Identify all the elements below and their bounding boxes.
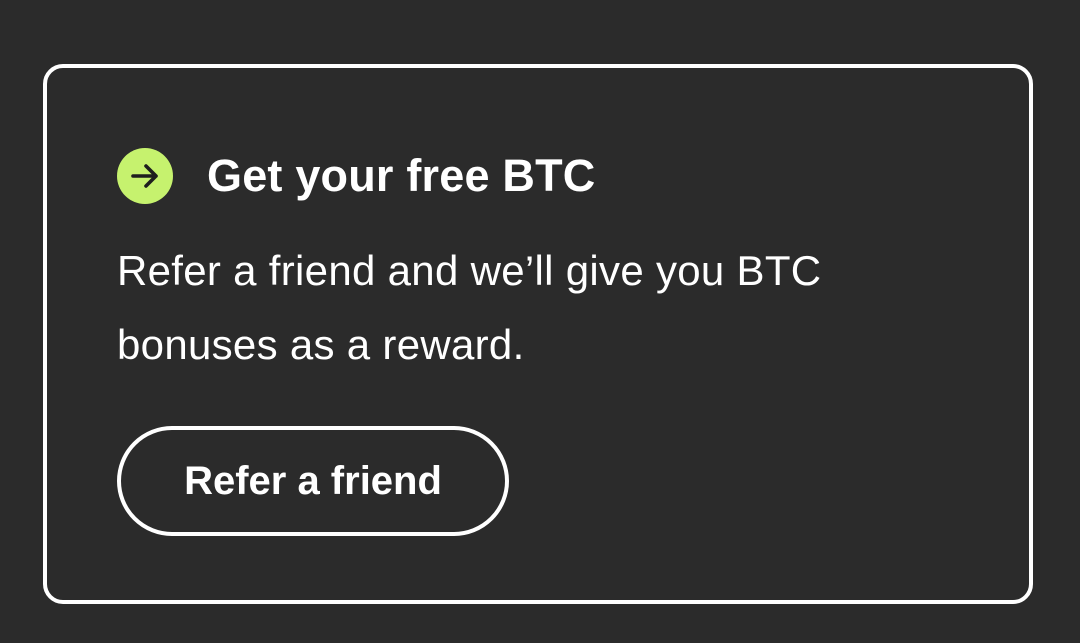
card-title: Get your free BTC <box>207 150 596 201</box>
card-description: Refer a friend and we’ll give you BTC bo… <box>117 247 822 368</box>
refer-a-friend-button[interactable]: Refer a friend <box>117 426 509 536</box>
referral-card: Get your free BTC Refer a friend and we’… <box>43 64 1033 604</box>
card-header: Get your free BTC <box>117 148 595 204</box>
arrow-right-circle-icon <box>117 148 173 204</box>
